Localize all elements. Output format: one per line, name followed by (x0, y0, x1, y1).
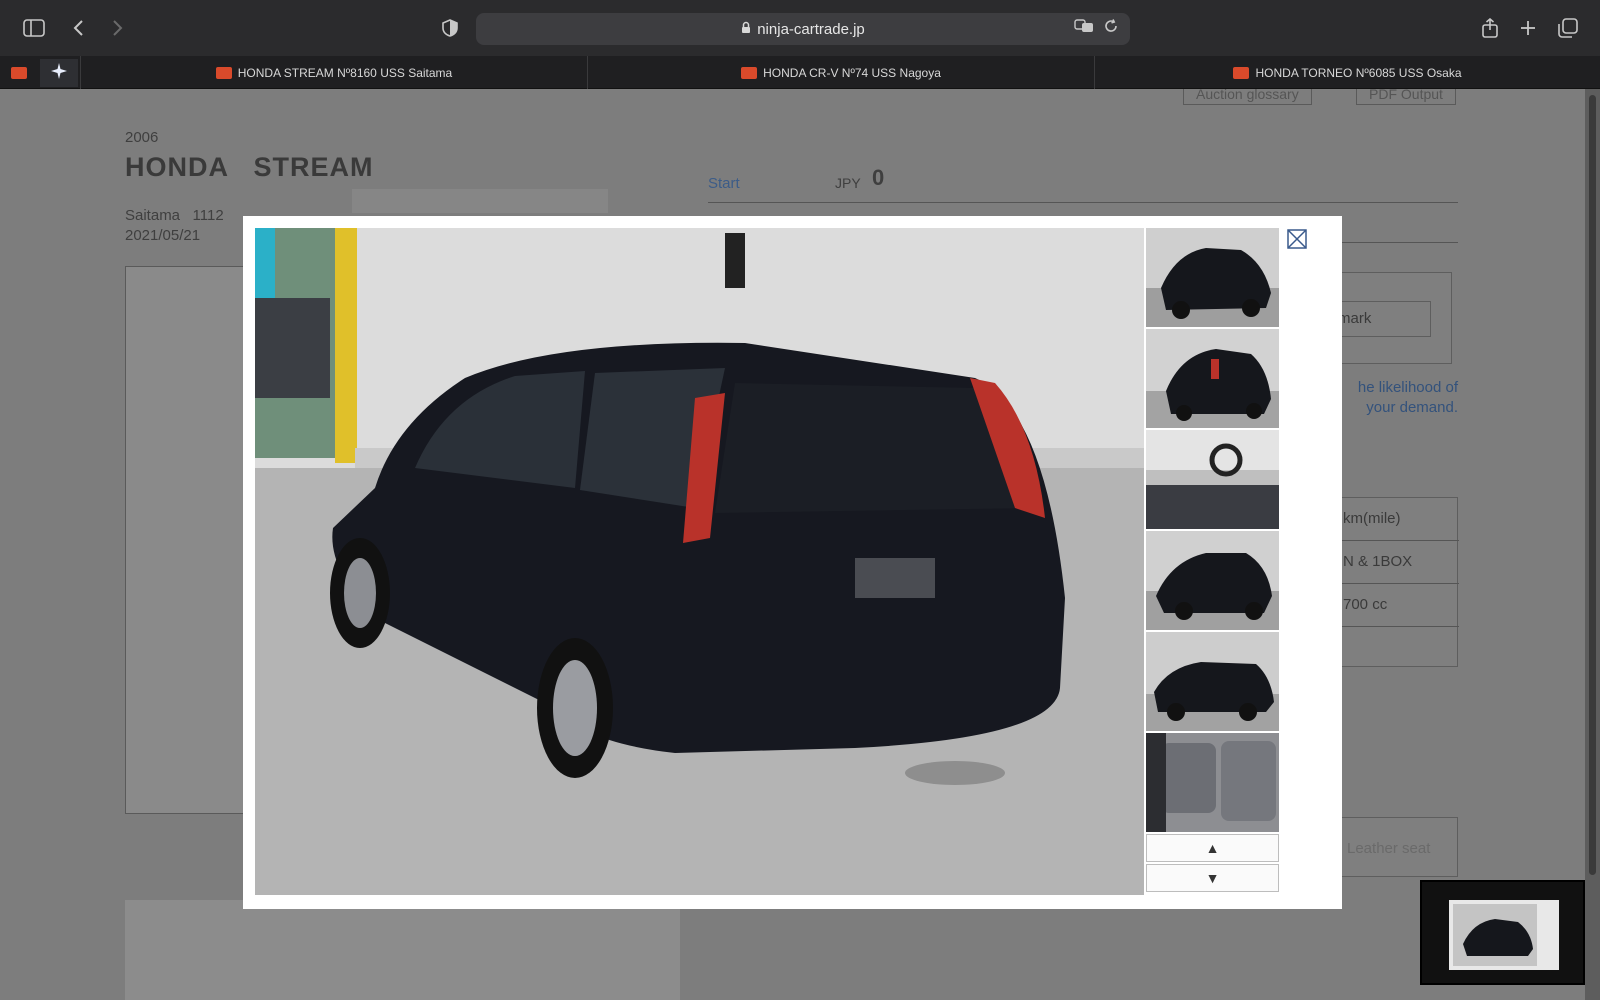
preview-photo (1453, 904, 1537, 966)
share-icon[interactable] (1476, 14, 1504, 42)
thumbnail-strip: ▲ ▼ (1146, 228, 1279, 892)
remark-button[interactable]: mark (1331, 301, 1431, 337)
auction-location: Saitama 1112 (125, 207, 224, 224)
forward-icon[interactable] (104, 14, 132, 42)
tab-honda-torneo[interactable]: HONDA TORNEO Nº6085 USS Osaka (1094, 56, 1600, 89)
start-label: Start (708, 175, 740, 192)
secondary-photo[interactable] (125, 900, 680, 1000)
auction-sheet-image[interactable] (125, 266, 255, 814)
auction-date: 2021/05/21 (125, 227, 201, 244)
thumbnail-front-left[interactable] (1146, 228, 1279, 327)
photo-gallery-modal: ▲ ▼ (243, 216, 1342, 909)
airplane-icon (50, 62, 68, 85)
tab-overview-icon[interactable] (1554, 14, 1582, 42)
main-car-photo[interactable] (255, 228, 1144, 895)
sidebar-toggle-icon[interactable] (20, 14, 48, 42)
address-bar[interactable]: ninja-cartrade.jp (476, 13, 1130, 45)
reload-icon[interactable] (1104, 19, 1118, 37)
thumbnail-interior-dash[interactable] (1146, 430, 1279, 529)
thumbnail-side[interactable] (1146, 632, 1279, 731)
translate-icon[interactable] (1074, 19, 1098, 37)
lock-icon (741, 21, 751, 37)
favicon-icon (11, 67, 27, 79)
favicon-icon (1233, 66, 1250, 79)
new-tab-icon[interactable] (1514, 14, 1542, 42)
tab-honda-crv[interactable]: HONDA CR-V Nº74 USS Nagoya (587, 56, 1094, 89)
model-year: 2006 (125, 129, 159, 146)
divider (708, 202, 1458, 203)
spec-body-type: N & 1BOX (1343, 553, 1413, 570)
tab-label: HONDA TORNEO Nº6085 USS Osaka (1255, 65, 1462, 80)
thumbnail-front-right[interactable] (1146, 531, 1279, 630)
back-icon[interactable] (64, 14, 92, 42)
browser-toolbar: ninja-cartrade.jp (0, 0, 1600, 56)
privacy-shield-icon[interactable] (436, 14, 464, 42)
thumbnail-up-button[interactable]: ▲ (1146, 834, 1279, 862)
leather-seat-option: Leather seat (1347, 840, 1431, 857)
pinned-tab-1[interactable] (0, 59, 38, 87)
model-title: HONDA STREAM (125, 152, 374, 182)
url-text: ninja-cartrade.jp (757, 20, 865, 38)
pinned-tab-2[interactable] (40, 59, 78, 87)
screenshot-preview-thumbnail[interactable] (1420, 880, 1585, 985)
favicon-icon (741, 66, 758, 79)
spec-mileage: km(mile) (1343, 510, 1401, 527)
start-price: 0 (872, 165, 885, 190)
auction-glossary-button[interactable]: Auction glossary (1183, 89, 1312, 105)
currency-label: JPY (835, 175, 861, 191)
favicon-icon (215, 66, 232, 79)
tab-label: HONDA CR-V Nº74 USS Nagoya (763, 65, 941, 80)
preview-modal (1449, 900, 1559, 970)
pdf-output-button[interactable]: PDF Output (1356, 89, 1456, 105)
tab-label: HONDA STREAM Nº8160 USS Saitama (237, 65, 453, 80)
spec-displacement: 700 cc (1343, 596, 1388, 613)
header-box (352, 189, 608, 213)
close-icon[interactable] (1287, 229, 1307, 249)
scroll-thumb[interactable] (1589, 95, 1596, 875)
thumbnail-down-button[interactable]: ▼ (1146, 864, 1279, 892)
thumbnail-seats[interactable] (1146, 733, 1279, 832)
tab-honda-stream[interactable]: HONDA STREAM Nº8160 USS Saitama (80, 56, 587, 89)
tab-bar: HONDA STREAM Nº8160 USS Saitama HONDA CR… (0, 56, 1600, 89)
thumbnail-rear[interactable] (1146, 329, 1279, 428)
